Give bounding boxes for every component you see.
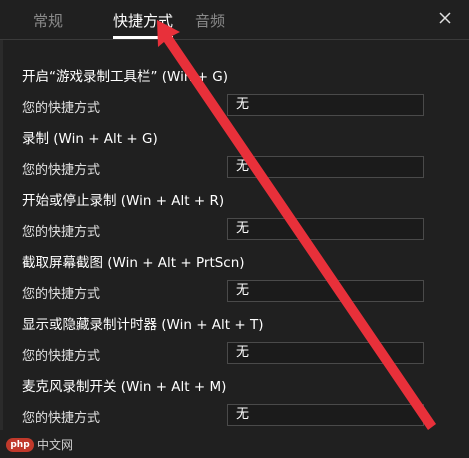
shortcut-input[interactable]: 无 — [227, 156, 424, 178]
section-title: 开启“游戏录制工具栏” (Win + G) — [22, 69, 229, 85]
shortcut-input[interactable]: 无 — [227, 280, 424, 302]
section-title: 截取屏幕截图 (Win + Alt + PrtScn) — [22, 255, 245, 271]
shortcut-section-timer: 显示或隐藏录制计时器 (Win + Alt + T) 您的快捷方式 无 — [0, 313, 469, 375]
shortcut-section-microphone: 麦克风录制开关 (Win + Alt + M) 您的快捷方式 无 — [0, 375, 469, 437]
watermark-text: 中文网 — [37, 438, 74, 452]
tab-shortcuts[interactable]: 快捷方式 — [113, 10, 173, 31]
shortcut-label: 您的快捷方式 — [22, 163, 101, 178]
tab-audio[interactable]: 音频 — [195, 10, 225, 31]
shortcut-section-game-bar: 开启“游戏录制工具栏” (Win + G) 您的快捷方式 无 — [0, 65, 469, 127]
shortcut-section-record: 录制 (Win + Alt + G) 您的快捷方式 无 — [0, 127, 469, 189]
shortcut-label: 您的快捷方式 — [22, 411, 101, 426]
section-title: 开始或停止录制 (Win + Alt + R) — [22, 193, 225, 209]
shortcut-input[interactable]: 无 — [227, 218, 424, 240]
php-logo: php — [6, 437, 34, 452]
shortcut-label: 您的快捷方式 — [22, 225, 101, 240]
shortcut-input[interactable]: 无 — [227, 404, 424, 426]
close-button[interactable] — [435, 8, 455, 28]
section-title: 显示或隐藏录制计时器 (Win + Alt + T) — [22, 317, 264, 333]
shortcut-section-start-stop: 开始或停止录制 (Win + Alt + R) 您的快捷方式 无 — [0, 189, 469, 251]
watermark: php 中文网 — [6, 436, 73, 453]
shortcut-label: 您的快捷方式 — [22, 101, 101, 116]
section-title: 录制 (Win + Alt + G) — [22, 131, 158, 147]
shortcut-input[interactable]: 无 — [227, 94, 424, 116]
shortcut-section-screenshot: 截取屏幕截图 (Win + Alt + PrtScn) 您的快捷方式 无 — [0, 251, 469, 313]
shortcut-settings-list: 开启“游戏录制工具栏” (Win + G) 您的快捷方式 无 录制 (Win +… — [0, 40, 469, 430]
close-icon — [439, 12, 451, 24]
tab-bar: 常规 快捷方式 音频 — [0, 0, 469, 39]
shortcut-input[interactable]: 无 — [227, 342, 424, 364]
shortcut-label: 您的快捷方式 — [22, 349, 101, 364]
section-title: 麦克风录制开关 (Win + Alt + M) — [22, 379, 227, 395]
tab-general[interactable]: 常规 — [33, 10, 63, 31]
shortcut-label: 您的快捷方式 — [22, 287, 101, 302]
